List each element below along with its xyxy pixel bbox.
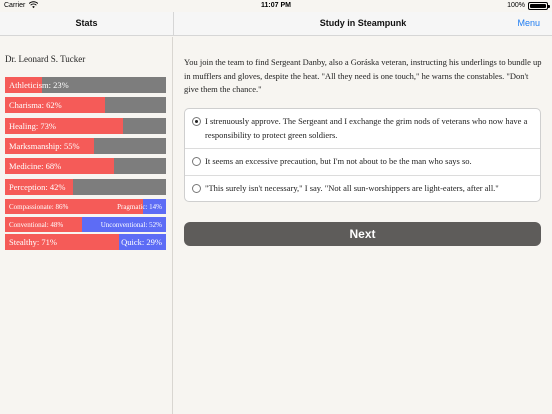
opposed-bar-compassionate-pragmatic: Compassionate: 86% Pragmatic: 14%: [5, 199, 166, 214]
stat-label: Medicine: 68%: [9, 161, 62, 171]
choice-option-1[interactable]: I strenuously approve. The Sergeant and …: [185, 109, 540, 149]
story-text: You join the team to find Sergeant Danby…: [184, 57, 542, 94]
radio-button[interactable]: [192, 117, 201, 126]
choice-option-3[interactable]: "This surely isn't necessary," I say. "N…: [185, 176, 540, 202]
battery-icon: [528, 2, 550, 10]
opposed-bar-stealthy-quick: Stealthy: 71% Quick: 29%: [5, 234, 166, 250]
stat-label: Charisma: 62%: [9, 100, 62, 110]
choice-text: It seems an excessive precaution, but I'…: [205, 156, 472, 166]
radio-button[interactable]: [192, 183, 201, 193]
stat-bar-athleticism: Athleticism: 23%: [5, 77, 166, 93]
stat-label: Perception: 42%: [9, 182, 66, 192]
radio-button[interactable]: [192, 157, 201, 166]
opposed-right-label: Pragmatic: 14%: [117, 203, 162, 211]
choice-text: I strenuously approve. The Sergeant and …: [205, 116, 528, 140]
opposed-right-label: Quick: 29%: [121, 237, 162, 247]
opposed-left-label: Stealthy: 71%: [9, 237, 57, 247]
stat-bar-medicine: Medicine: 68%: [5, 158, 166, 174]
stat-bar-healing: Healing: 73%: [5, 118, 166, 134]
battery-percent: 100%: [507, 2, 525, 9]
stat-bar-marksmanship: Marksmanship: 55%: [5, 138, 166, 154]
stats-title: Stats: [75, 18, 98, 28]
opposed-left-label: Compassionate: 86%: [9, 203, 69, 211]
menu-button[interactable]: Menu: [517, 18, 540, 28]
stats-sidebar: Dr. Leonard S. Tucker Athleticism: 23% C…: [0, 37, 173, 414]
stat-label: Athleticism: 23%: [9, 80, 69, 90]
opposed-left-label: Conventional: 48%: [9, 221, 64, 229]
stat-label: Marksmanship: 55%: [9, 141, 80, 151]
stat-bar-charisma: Charisma: 62%: [5, 97, 166, 113]
stat-label: Healing: 73%: [9, 121, 56, 131]
choice-list: I strenuously approve. The Sergeant and …: [184, 108, 541, 202]
page-title: Study in Steampunk: [319, 18, 407, 28]
status-bar: Carrier 11:07 PM 100%: [0, 0, 552, 12]
choice-text: "This surely isn't necessary," I say. "N…: [205, 182, 499, 193]
opposed-right-label: Unconventional: 52%: [100, 221, 162, 229]
clock: 11:07 PM: [261, 2, 291, 9]
choice-option-2[interactable]: It seems an excessive precaution, but I'…: [185, 149, 540, 176]
story-panel: You join the team to find Sergeant Danby…: [174, 37, 552, 414]
stat-bar-perception: Perception: 42%: [5, 179, 166, 195]
character-name: Dr. Leonard S. Tucker: [5, 54, 86, 64]
next-button[interactable]: Next: [184, 222, 541, 246]
opposed-bar-conventional-unconventional: Conventional: 48% Unconventional: 52%: [5, 217, 166, 232]
navigation-bar: Stats Study in Steampunk Menu: [0, 12, 552, 36]
